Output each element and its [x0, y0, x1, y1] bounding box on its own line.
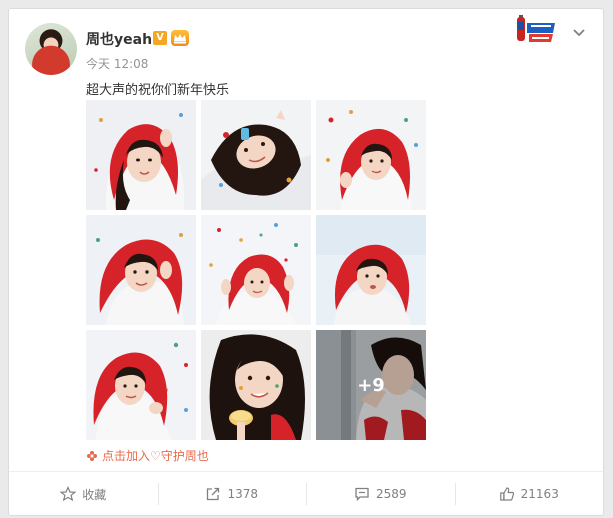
photo-thumbnail-more[interactable]: +9	[316, 330, 426, 440]
repost-count: 1378	[227, 487, 259, 501]
fan-join-link[interactable]: 点击加入♡守护周也	[86, 447, 209, 464]
comment-icon	[355, 487, 369, 502]
repost-button[interactable]: 1378	[157, 472, 307, 516]
comment-button[interactable]: 2589	[306, 472, 455, 516]
photo-thumbnail[interactable]	[316, 100, 426, 210]
post-time[interactable]: 今天 12:08	[86, 55, 148, 72]
username[interactable]: 周也yeah	[86, 29, 152, 49]
post-text: 超大声的祝你们新年快乐	[86, 83, 230, 98]
weibo-post-card: 周也yeah V 今天 12:08 超大声的祝你们新年快乐 +9 点击加入♡守护…	[8, 8, 604, 516]
photo-thumbnail[interactable]	[201, 330, 311, 440]
verified-badge[interactable]: V	[153, 31, 167, 45]
comment-count: 2589	[375, 487, 407, 501]
action-bar: 收藏 1378 2589 21163	[9, 472, 603, 516]
crown-icon	[174, 34, 186, 44]
avatar[interactable]	[25, 23, 77, 75]
brand-logo	[513, 13, 557, 47]
star-icon	[60, 486, 77, 502]
favorite-button[interactable]: 收藏	[9, 472, 158, 516]
photo-thumbnail[interactable]	[86, 330, 196, 440]
share-icon	[207, 487, 220, 501]
photo-thumbnail[interactable]	[86, 100, 196, 210]
photo-thumbnail[interactable]	[86, 215, 196, 325]
photo-thumbnail[interactable]	[316, 215, 426, 325]
chevron-down-icon[interactable]	[570, 23, 588, 41]
thumbs-up-icon	[499, 487, 514, 501]
flower-icon	[87, 451, 97, 461]
photo-thumbnail[interactable]	[201, 215, 311, 325]
more-photos-count[interactable]: +9	[316, 330, 426, 440]
favorite-label: 收藏	[82, 487, 107, 502]
photo-thumbnail[interactable]	[201, 100, 311, 210]
like-button[interactable]: 21163	[454, 472, 604, 516]
level-badge-icon[interactable]	[171, 30, 189, 46]
fan-join-label: 点击加入♡守护周也	[102, 449, 209, 463]
photo-grid: +9	[86, 100, 426, 440]
like-count: 21163	[520, 487, 559, 501]
